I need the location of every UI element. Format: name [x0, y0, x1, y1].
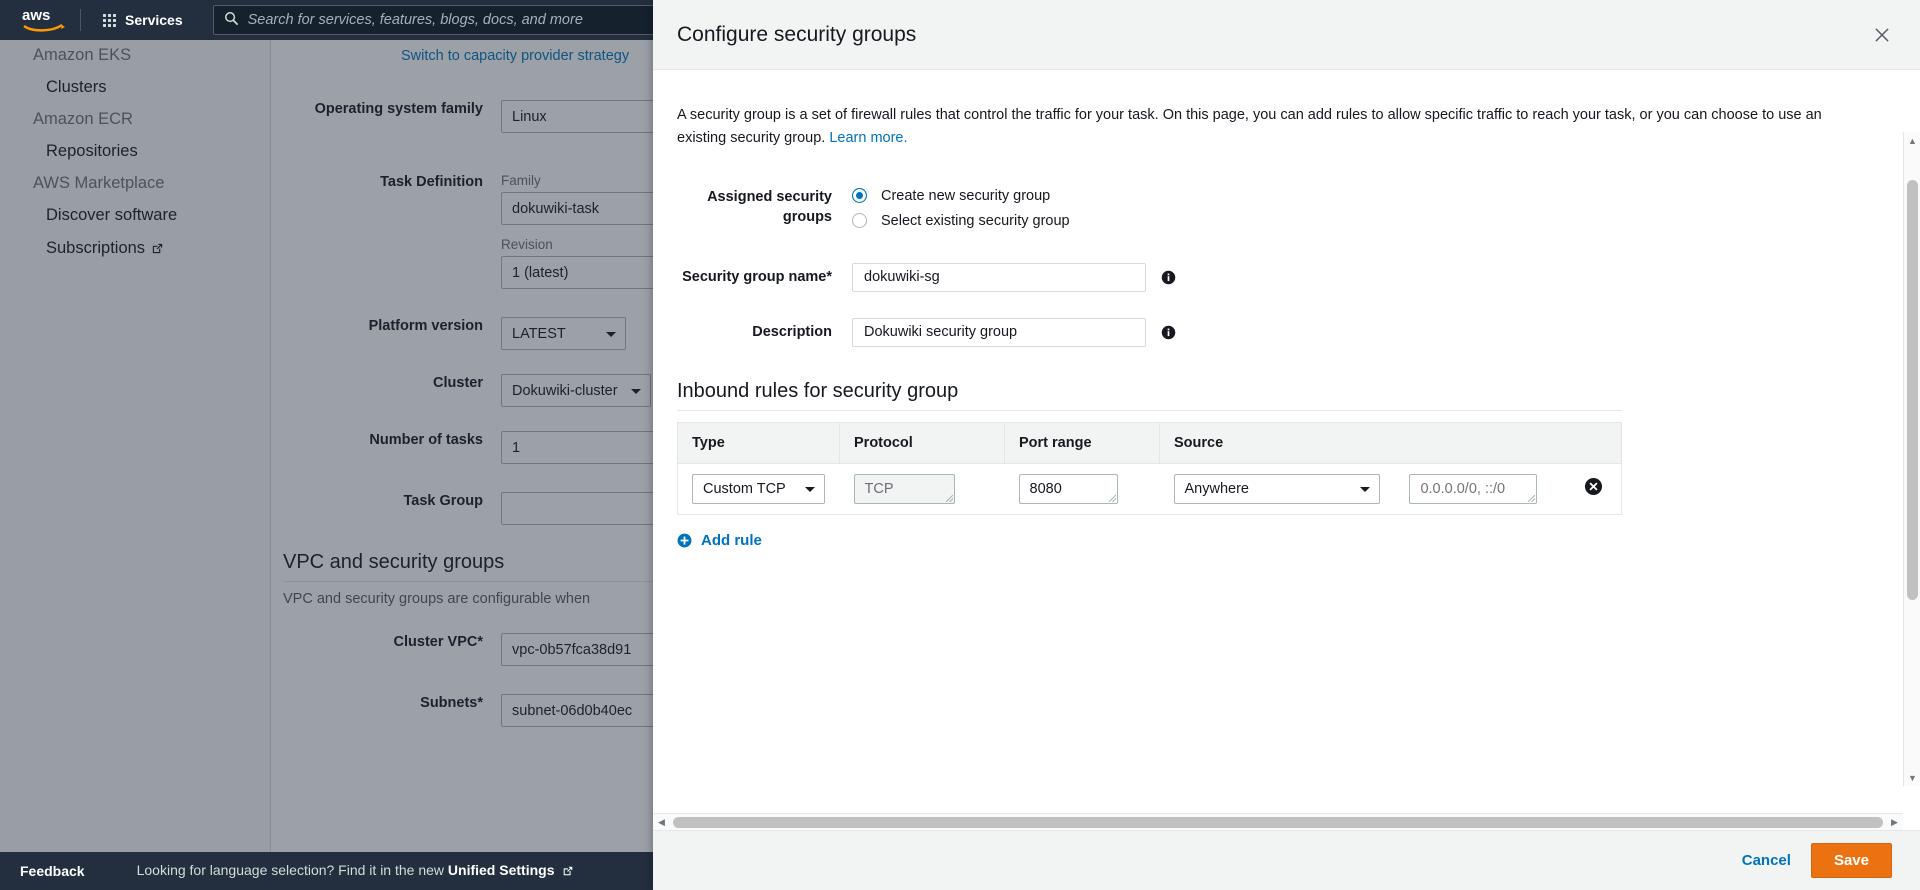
column-header-source: Source — [1159, 422, 1622, 464]
cell-type: Custom TCP — [677, 463, 840, 515]
modal-title: Configure security groups — [677, 22, 917, 46]
chevron-down-icon — [1359, 486, 1370, 492]
unified-settings-link[interactable]: Unified Settings — [448, 862, 555, 878]
description-row: Description — [677, 317, 1890, 347]
info-icon[interactable] — [1161, 270, 1176, 285]
feedback-link[interactable]: Feedback — [20, 863, 85, 879]
rule-cidr-wrap — [1409, 473, 1538, 504]
modal-vertical-scrollbar[interactable]: ▲ ▼ — [1903, 132, 1920, 786]
services-menu-button[interactable]: Services — [95, 6, 191, 34]
cell-delete — [1562, 463, 1622, 515]
radio-select-existing-security-group[interactable]: Select existing security group — [852, 213, 1070, 229]
nav-divider — [80, 9, 81, 31]
scroll-right-arrow-icon[interactable]: ▶ — [1886, 814, 1903, 830]
modal-body: A security group is a set of firewall ru… — [653, 70, 1920, 830]
scroll-down-arrow-icon[interactable]: ▼ — [1904, 769, 1920, 786]
rule-source-value: Anywhere — [1184, 480, 1249, 497]
scrollbar-thumb[interactable] — [1907, 180, 1918, 600]
divider — [677, 409, 1622, 411]
modal-footer: Cancel Save — [653, 830, 1920, 890]
description-input[interactable] — [852, 317, 1146, 347]
description-label: Description — [752, 324, 832, 341]
add-rule-button[interactable]: Add rule — [677, 532, 1890, 549]
aws-logo-icon[interactable]: aws — [22, 7, 66, 33]
grid-icon — [103, 13, 116, 27]
learn-more-link[interactable]: Learn more. — [829, 130, 907, 146]
radio-icon-selected — [852, 188, 867, 204]
cell-cidr — [1401, 463, 1563, 515]
info-icon[interactable] — [1161, 325, 1176, 340]
radio-create-new-security-group[interactable]: Create new security group — [852, 188, 1070, 204]
radio-create-new-label: Create new security group — [881, 187, 1051, 204]
footer-note: Looking for language selection? Find it … — [137, 862, 575, 880]
external-link-icon — [562, 864, 574, 880]
cell-source: Anywhere — [1159, 463, 1402, 515]
modal-horizontal-scrollbar[interactable]: ◀ ▶ — [653, 813, 1903, 830]
svg-text:aws: aws — [22, 7, 50, 24]
modal-intro: A security group is a set of firewall ru… — [677, 104, 1827, 151]
security-group-name-label: Security group name* — [682, 269, 832, 286]
column-header-port-range: Port range — [1004, 422, 1160, 464]
plus-circle-icon — [677, 533, 692, 548]
security-group-name-input[interactable] — [852, 262, 1146, 292]
save-button[interactable]: Save — [1810, 843, 1892, 878]
rule-type-value: Custom TCP — [703, 480, 786, 497]
app-root: aws Services Amazon EKS Clusters Amazon … — [0, 0, 1920, 890]
assigned-security-groups-label: Assigned security groups — [707, 188, 832, 226]
cancel-button[interactable]: Cancel — [1742, 852, 1791, 869]
add-rule-label: Add rule — [701, 531, 762, 549]
table-header-row: Type Protocol Port range Source — [677, 422, 1622, 464]
close-icon[interactable] — [1868, 21, 1896, 49]
inbound-rules-title: Inbound rules for security group — [677, 379, 959, 402]
inbound-rules-table: Type Protocol Port range Source Custom T… — [677, 421, 1622, 515]
configure-security-groups-modal: Configure security groups A security gro… — [653, 0, 1920, 890]
rule-cidr-input[interactable] — [1409, 473, 1538, 504]
radio-icon-unselected — [852, 213, 867, 229]
scroll-left-arrow-icon[interactable]: ◀ — [653, 814, 670, 830]
delete-rule-icon[interactable] — [1584, 477, 1603, 500]
rule-protocol-wrap — [853, 473, 955, 504]
scrollbar-thumb[interactable] — [673, 817, 1883, 828]
modal-header: Configure security groups — [653, 0, 1920, 70]
services-label: Services — [125, 12, 183, 28]
rule-source-select[interactable]: Anywhere — [1173, 473, 1380, 504]
search-icon — [224, 11, 239, 30]
column-header-type: Type — [677, 422, 840, 464]
radio-select-existing-label: Select existing security group — [881, 212, 1070, 229]
rule-protocol-input — [853, 473, 955, 504]
rule-port-wrap — [1018, 473, 1118, 504]
rule-port-range-input[interactable] — [1018, 473, 1118, 504]
footer-note-text: Looking for language selection? Find it … — [136, 862, 445, 878]
assigned-security-groups-row: Assigned security groups Create new secu… — [677, 187, 1890, 229]
cell-protocol — [839, 463, 1005, 515]
cell-port-range — [1004, 463, 1160, 515]
chevron-down-icon — [805, 486, 815, 492]
table-row: Custom TCP TCP 8080 Anywhere 0.0.0.0/0, … — [677, 463, 1622, 515]
security-group-name-row: Security group name* — [677, 262, 1890, 292]
scroll-up-arrow-icon[interactable]: ▲ — [1904, 132, 1920, 149]
column-header-protocol: Protocol — [839, 422, 1005, 464]
rule-type-select[interactable]: Custom TCP — [692, 473, 825, 504]
